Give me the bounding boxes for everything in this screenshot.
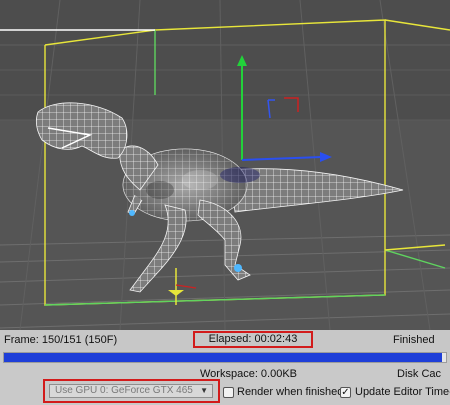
- disk-cache-label: Disk Cac: [397, 368, 442, 380]
- viewport-canvas: [0, 0, 450, 330]
- render-when-finished-checkbox[interactable]: [223, 387, 234, 398]
- elapsed-time: Elapsed: 00:02:43: [193, 331, 313, 348]
- render-when-finished-label: Render when finished: [237, 386, 344, 398]
- update-editor-label: Update Editor Time-lin: [355, 386, 450, 398]
- update-editor-checkbox[interactable]: ✓: [340, 387, 351, 398]
- render-state: Finished: [393, 334, 435, 346]
- checkmark-icon: ✓: [341, 387, 350, 398]
- gpu-select-value: Use GPU 0: GeForce GTX 465: [55, 385, 193, 396]
- frame-counter: Frame: 150/151 (150F): [4, 334, 118, 346]
- gpu-select[interactable]: Use GPU 0: GeForce GTX 465 ▼: [49, 384, 213, 398]
- gpu-select-highlight: Use GPU 0: GeForce GTX 465 ▼: [43, 379, 220, 403]
- render-progress-bar: [3, 352, 447, 363]
- 3d-viewport[interactable]: [0, 0, 450, 330]
- render-progress-fill: [4, 353, 442, 362]
- render-status-row: Frame: 150/151 (150F) Elapsed: 00:02:43 …: [0, 330, 450, 350]
- chevron-down-icon[interactable]: ▼: [200, 385, 208, 397]
- render-options-row: Workspace: 0.00KB Disk Cac Use GPU 0: Ge…: [0, 365, 450, 405]
